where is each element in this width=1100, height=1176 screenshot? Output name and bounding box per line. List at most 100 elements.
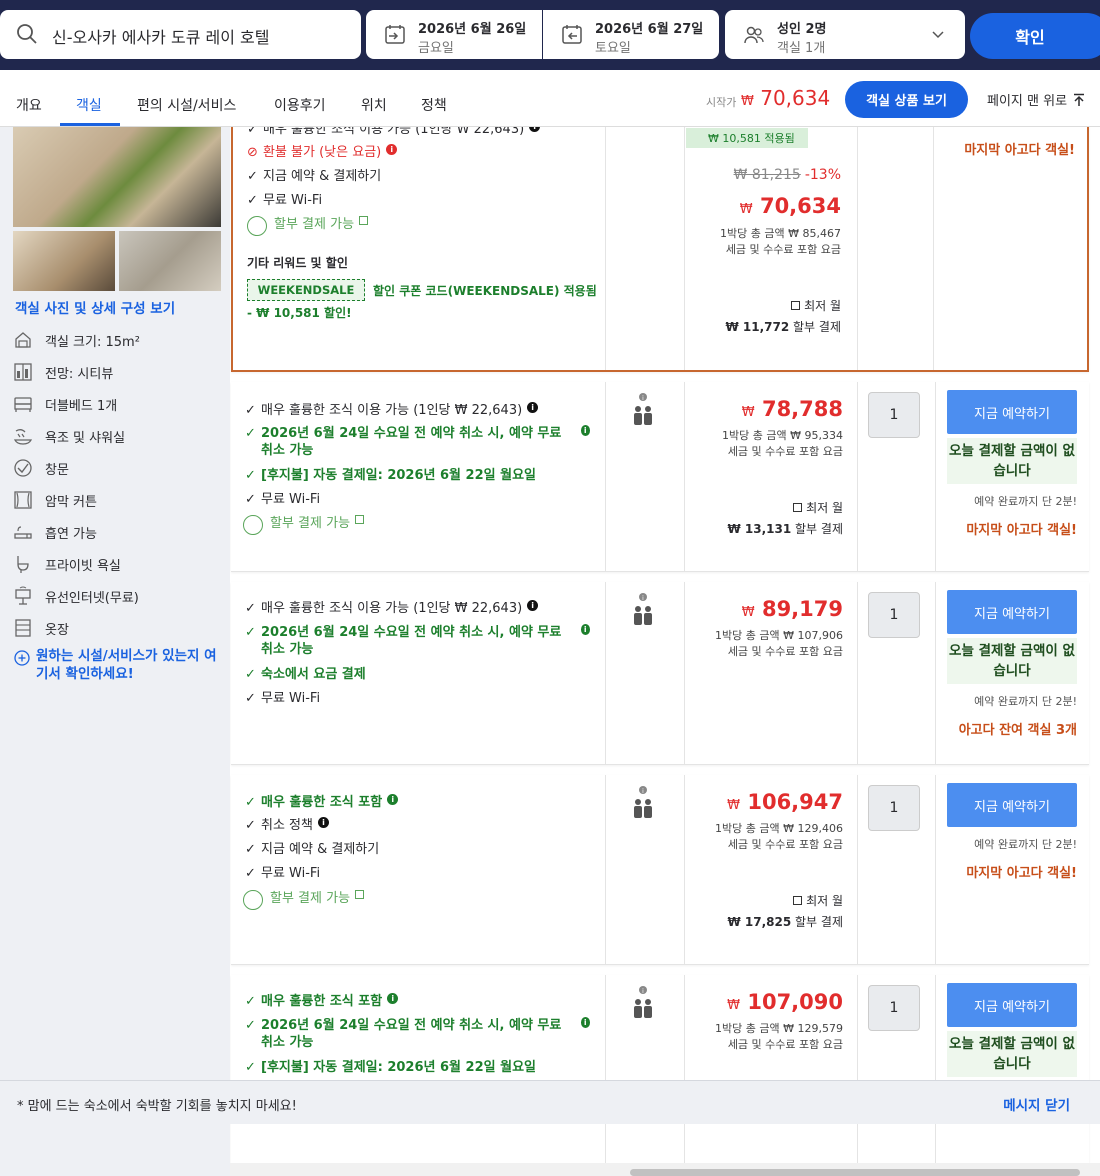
info-icon[interactable]: i <box>580 425 590 436</box>
info-icon[interactable]: i <box>527 402 539 413</box>
info-icon[interactable]: i <box>317 817 329 828</box>
confirm-search-button[interactable]: 확인 <box>970 13 1100 59</box>
installment-lowest-label: 최저 월 <box>788 499 843 516</box>
checkin-date-field[interactable]: 2026년 6월 26일 금요일 <box>366 10 542 59</box>
installment-icon <box>247 216 267 236</box>
urgency-text: 예약 완료까지 단 2분! <box>974 495 1077 508</box>
amenity-label: 암막 커튼 <box>45 494 97 510</box>
info-icon[interactable]: i <box>386 144 398 155</box>
room-offer-row: ✓ 매우 훌륭한 조식 포함 i ✓ 취소 정책 i ✓ 지금 예약 & 결제하기 ✓ 무료… <box>231 775 1089 965</box>
room-price: ₩ 70,634 <box>739 194 841 218</box>
smoking-icon <box>14 526 32 539</box>
book-now-button[interactable]: 지금 예약하기 <box>947 390 1077 434</box>
close-message-button[interactable]: 메시지 닫기 <box>1003 1094 1070 1114</box>
price-per-night: 1박당 총 금액 ₩ 129,406 세금 및 수수료 포함 요금 <box>715 822 843 851</box>
feature-installment[interactable]: 할부 결제 가능 <box>243 890 365 910</box>
info-icon[interactable]: i <box>387 993 399 1004</box>
feature-nonrefundable: ⊘ 환불 불가 (낮은 요금) i <box>247 144 398 161</box>
amenity-label: 욕조 및 샤워실 <box>45 430 126 446</box>
installment-lowest-amount: ₩ 11,772 할부 결제 <box>725 320 841 334</box>
feature-installment[interactable]: 할부 결제 가능 <box>243 515 365 535</box>
facility-check-link[interactable]: 원하는 시설/서비스가 있는지 여기서 확인하세요! <box>14 647 226 683</box>
amenity-closet: 옷장 <box>13 618 69 638</box>
room-price: ₩ 78,788 <box>741 397 843 421</box>
room-offer-row: ✓ 매우 훌륭한 조식 이용 가능 (1인당 ₩ 22,643) i ✓ 2026년 … <box>231 382 1089 572</box>
tab-reviews[interactable]: 이용후기 <box>274 95 326 115</box>
room-price: ₩ 89,179 <box>741 597 843 621</box>
back-to-top-label: 페이지 맨 위로 <box>987 94 1068 109</box>
original-price: ₩ 81,215 -13% <box>733 167 841 183</box>
feature-breakfast-included: ✓ 매우 훌륭한 조식 포함 i <box>245 993 399 1010</box>
price-per-night: 1박당 총 금액 ₩ 95,334 세금 및 수수료 포함 요금 <box>722 429 843 458</box>
room-quantity-select[interactable]: 1 <box>868 985 920 1031</box>
view-rooms-button[interactable]: 객실 상품 보기 <box>845 81 968 118</box>
coupon-applied-text: 할인 쿠폰 코드(WEEKENDSALE) 적용됨 <box>373 284 597 298</box>
room-photo-main[interactable] <box>13 127 221 227</box>
room-quantity-select[interactable]: 1 <box>868 592 920 638</box>
feature-pay-later: ✓ [후지불] 자동 결제일: 2026년 6월 22일 월요일 <box>245 468 536 483</box>
price-per-night: 1박당 총 금액 ₩ 129,579 세금 및 수수료 포함 요금 <box>715 1022 843 1051</box>
room-photo-thumb[interactable] <box>119 231 221 291</box>
from-price: ₩ 70,634 <box>741 86 831 110</box>
no-pay-today-badge: 오늘 결제할 금액이 없습니다 <box>947 1031 1077 1077</box>
amenity-label: 프라이빗 욕실 <box>45 558 121 574</box>
installment-lowest-label: 최저 월 <box>788 892 843 909</box>
adults-count: 성인 2명 <box>777 22 827 37</box>
feature-wifi: ✓ 무료 Wi-Fi <box>245 492 321 507</box>
occupancy-2-adults-icon[interactable]: i <box>631 785 655 829</box>
room-details-link[interactable]: 객실 사진 및 상세 구성 보기 <box>15 297 175 317</box>
amenity-bathroom: 프라이빗 욕실 <box>13 554 121 574</box>
amenity-internet: 유선인터넷(무료) <box>13 586 139 606</box>
no-pay-today-badge: 오늘 결제할 금액이 없습니다 <box>947 638 1077 684</box>
installment-icon <box>243 515 263 535</box>
book-now-button[interactable]: 지금 예약하기 <box>947 590 1077 634</box>
info-icon[interactable]: i <box>580 624 590 635</box>
room-offer-row: ✓ 매우 훌륭한 조식 이용 가능 (1인당 ₩ 22,643) i ✓ 2026년 … <box>231 582 1089 765</box>
external-link-icon <box>355 890 365 899</box>
facility-check-label: 원하는 시설/서비스가 있는지 여기서 확인하세요! <box>36 648 217 682</box>
city-view-icon <box>14 363 32 381</box>
scarcity-message: 마지막 아고다 객실! <box>966 523 1077 538</box>
promo-message-bar: * 맘에 드는 숙소에서 숙박할 기회를 놓치지 마세요! 메시지 닫기 <box>0 1080 1100 1124</box>
external-link-icon <box>359 216 369 225</box>
amenity-label: 흡연 가능 <box>45 526 97 542</box>
calendar-checkin-icon <box>385 25 405 44</box>
info-icon[interactable]: i <box>387 794 399 805</box>
checkout-date-field[interactable]: 2026년 6월 27일 토요일 <box>543 10 719 59</box>
urgency-text: 예약 완료까지 단 2분! <box>974 838 1077 851</box>
feature-wifi: ✓ 무료 Wi-Fi <box>245 691 321 706</box>
tab-policies[interactable]: 정책 <box>421 95 447 115</box>
destination-search-field[interactable]: 신-오사카 에사카 도큐 레이 호텔 <box>0 10 361 59</box>
amenity-curtain: 암막 커튼 <box>13 490 97 510</box>
room-quantity-select[interactable]: 1 <box>868 392 920 438</box>
occupancy-2-adults-icon[interactable]: i <box>631 392 655 436</box>
room-quantity-select[interactable]: 1 <box>868 785 920 831</box>
tab-rooms[interactable]: 객실 <box>76 95 102 115</box>
tab-location[interactable]: 위치 <box>361 95 387 115</box>
room-photo-thumb[interactable] <box>13 231 115 291</box>
occupancy-2-adults-icon[interactable]: i <box>631 592 655 636</box>
info-icon[interactable]: i <box>527 600 539 611</box>
shower-icon <box>13 429 33 445</box>
window-icon <box>14 459 32 477</box>
room-price: ₩ 107,090 <box>727 990 843 1014</box>
back-to-top-link[interactable]: 페이지 맨 위로 <box>987 90 1085 109</box>
book-now-button[interactable]: 지금 예약하기 <box>947 983 1077 1027</box>
feature-wifi: ✓ 무료 Wi-Fi <box>245 866 321 881</box>
info-icon[interactable]: i <box>580 1017 590 1028</box>
promo-message-text: * 맘에 드는 숙소에서 숙박할 기회를 놓치지 마세요! <box>17 1099 297 1114</box>
room-price: ₩ 106,947 <box>727 790 843 814</box>
amenity-label: 유선인터넷(무료) <box>45 590 139 606</box>
amenity-label: 전망: 시티뷰 <box>45 366 114 382</box>
tab-facilities[interactable]: 편의 시설/서비스 <box>137 95 236 115</box>
book-now-button[interactable]: 지금 예약하기 <box>947 783 1077 827</box>
occupancy-field[interactable]: 성인 2명 객실 1개 <box>725 10 965 59</box>
horizontal-scrollbar-thumb[interactable] <box>630 1169 1080 1176</box>
checkout-date: 2026년 6월 27일 <box>595 22 704 37</box>
checkin-day: 금요일 <box>418 41 454 56</box>
tab-overview[interactable]: 개요 <box>16 95 42 115</box>
amenity-bath: 욕조 및 샤워실 <box>13 426 125 446</box>
feature-installment[interactable]: 할부 결제 가능 <box>247 216 369 236</box>
room-offer-row-highlighted: ✓매우 훌륭한 조식 이용 가능 (1인당 ₩ 22,643)i ⊘환불 불가 … <box>231 115 1089 372</box>
occupancy-2-adults-icon[interactable]: i <box>631 985 655 1029</box>
